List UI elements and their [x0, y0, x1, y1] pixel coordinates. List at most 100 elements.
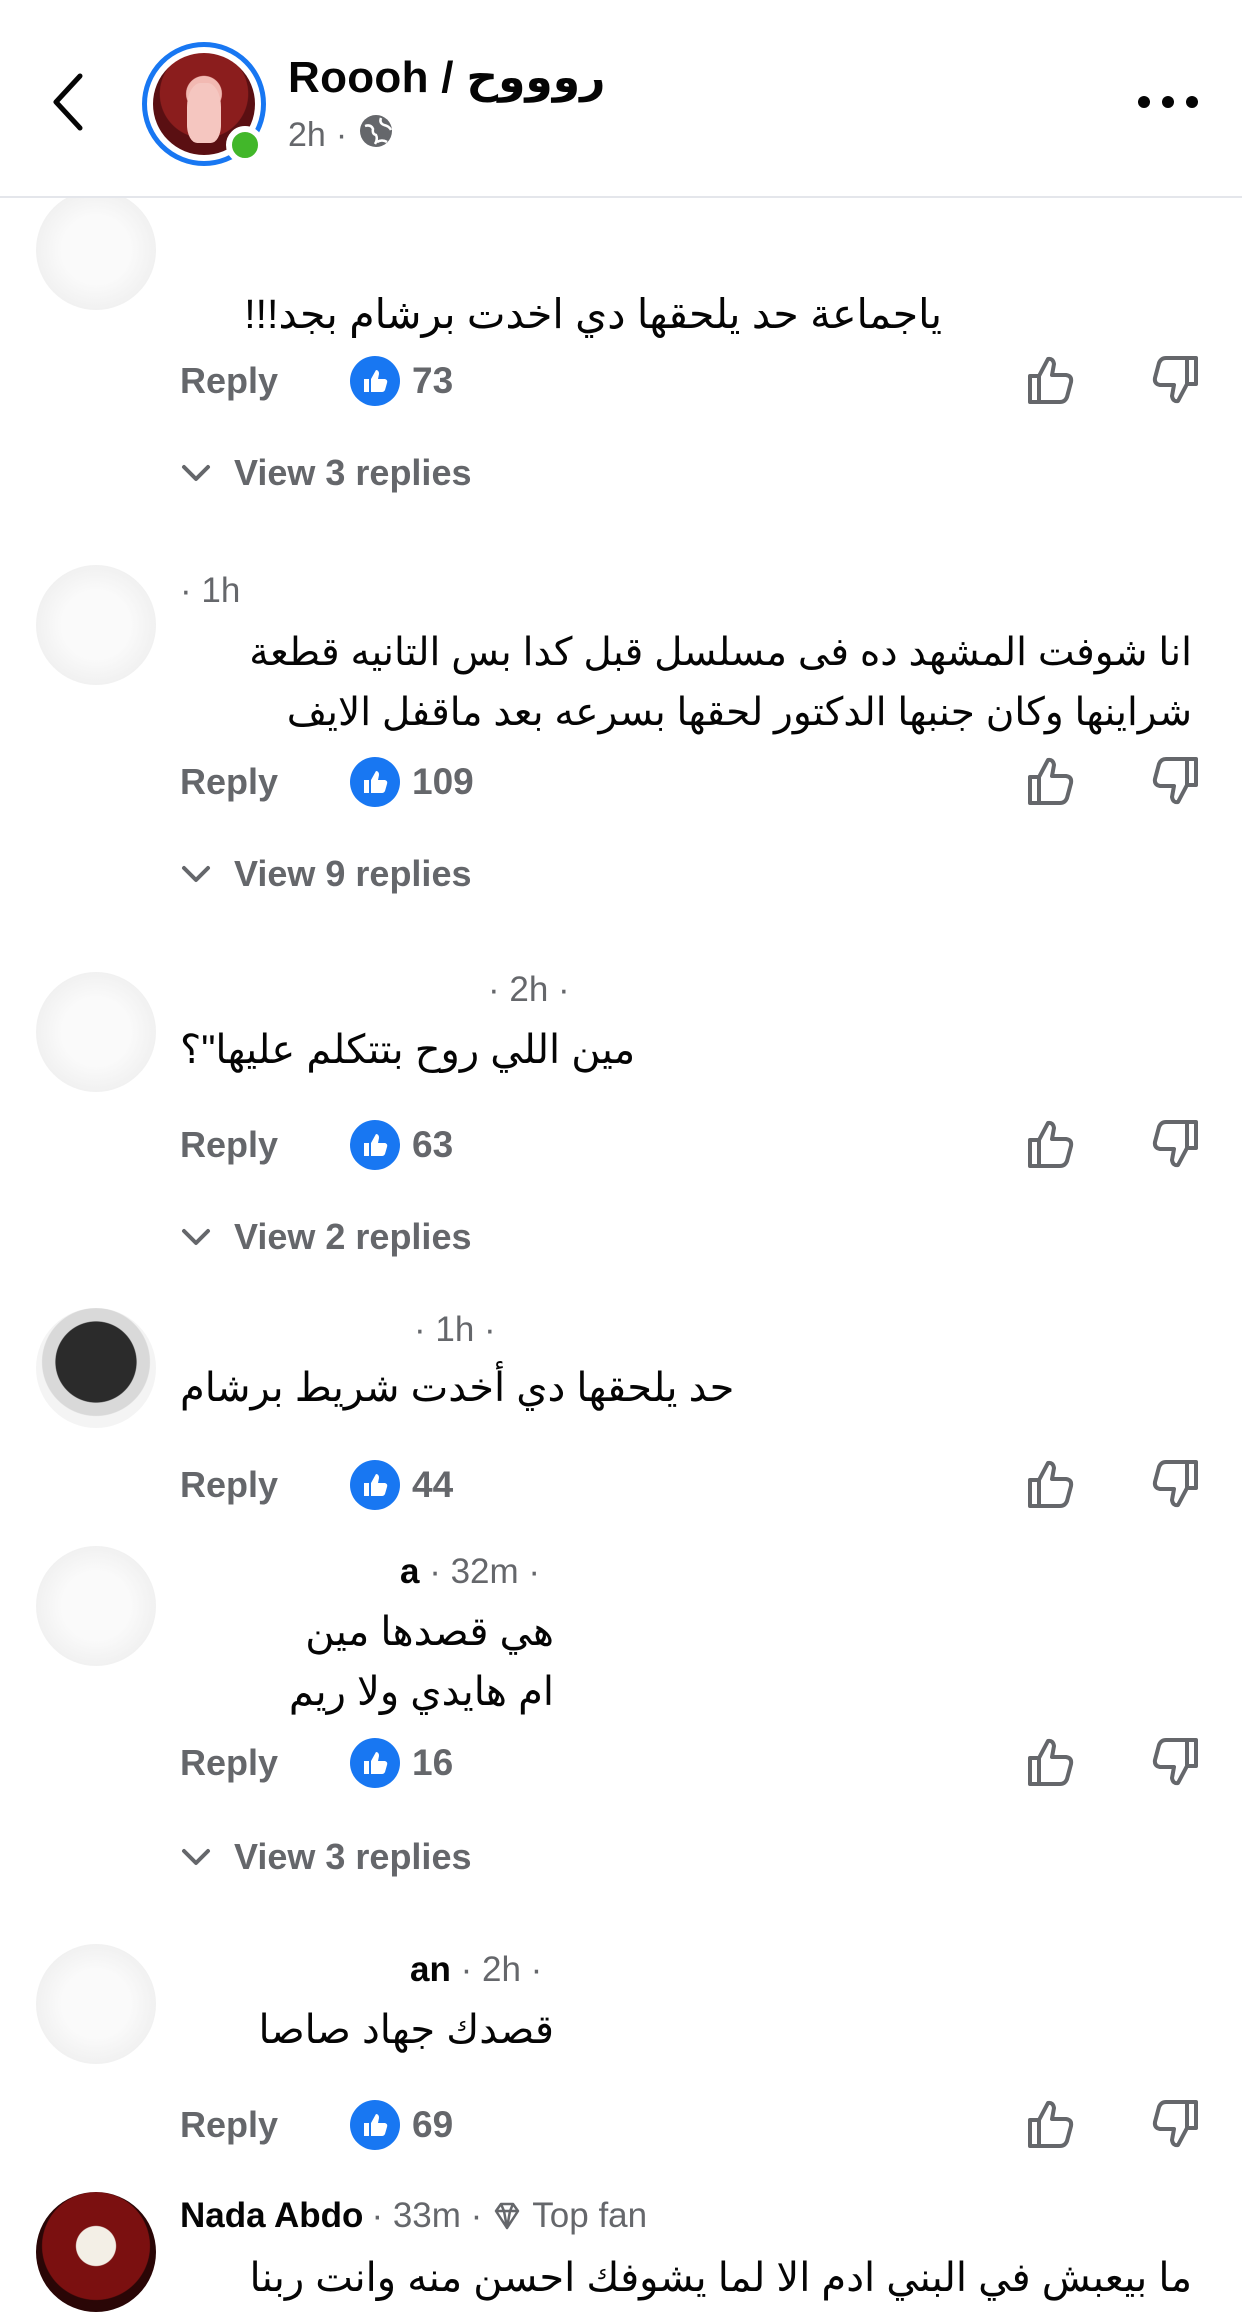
- commenter-meta: · 1h ·: [414, 1310, 496, 1350]
- commenter-avatar[interactable]: [36, 1546, 156, 1666]
- comment-line: شراينها وكان جنبها الدكتور لحقها بسرعه ب…: [286, 691, 1192, 734]
- thumbs-up-outline-icon: [1028, 356, 1074, 404]
- reaction-count[interactable]: 16: [350, 1738, 453, 1788]
- back-button[interactable]: [48, 70, 92, 134]
- comment-text: ياجماعة حد يلحقها دي اخدت برشام بجد!!!: [244, 291, 942, 337]
- comment-line: ام هايدي ولا ريم: [288, 1670, 554, 1714]
- top-fan-badge: Top fan: [490, 2196, 647, 2236]
- upvote-button[interactable]: [1024, 753, 1080, 809]
- commenter-meta: · 1h: [180, 571, 240, 611]
- commenter-avatar[interactable]: [36, 972, 156, 1092]
- top-fan-label: Top fan: [532, 2196, 648, 2235]
- reply-button[interactable]: Reply: [180, 360, 278, 402]
- view-replies-button[interactable]: View 3 replies: [180, 452, 471, 494]
- upvote-button[interactable]: [1024, 2096, 1080, 2152]
- commenter-meta: a · 32m ·: [400, 1552, 540, 1592]
- thumbs-up-outline-icon: [1028, 1738, 1074, 1786]
- reaction-count[interactable]: 73: [350, 356, 453, 406]
- commenter-avatar[interactable]: [36, 2192, 156, 2312]
- reply-button[interactable]: Reply: [180, 761, 278, 803]
- reaction-count[interactable]: 69: [350, 2100, 453, 2150]
- online-status-dot: [226, 126, 264, 164]
- comment-time: · 32m ·: [429, 1552, 541, 1591]
- commenter-name[interactable]: a: [400, 1552, 419, 1591]
- thumbs-up-outline-icon: [1028, 757, 1074, 805]
- commenter-avatar[interactable]: [36, 1944, 156, 2064]
- post-meta: 2h ·: [288, 112, 395, 159]
- downvote-button[interactable]: [1146, 352, 1202, 408]
- reply-button[interactable]: Reply: [180, 2104, 278, 2146]
- thumbs-up-icon: [350, 1460, 400, 1510]
- comment-time: · 2h ·: [460, 1950, 543, 1989]
- thumbs-down-outline-icon: [1152, 1120, 1198, 1168]
- comment-actions: Reply 69: [180, 2096, 1210, 2156]
- upvote-button[interactable]: [1024, 1734, 1080, 1790]
- like-count: 63: [412, 1124, 454, 1165]
- diamond-icon: [495, 2202, 520, 2230]
- view-replies-label: View 9 replies: [234, 853, 472, 894]
- chevron-left-icon: [53, 73, 83, 131]
- comment-text: انا شوفت المشهد ده فى مسلسل قبل كدا بس ا…: [249, 623, 1192, 743]
- downvote-button[interactable]: [1146, 1116, 1202, 1172]
- reply-button[interactable]: Reply: [180, 1124, 278, 1166]
- thumbs-down-outline-icon: [1152, 1738, 1198, 1786]
- downvote-button[interactable]: [1146, 1456, 1202, 1512]
- comment-text: مين اللي روح بتتكلم عليها"؟: [180, 1028, 636, 1072]
- reaction-count[interactable]: 109: [350, 757, 474, 807]
- view-replies-button[interactable]: View 2 replies: [180, 1216, 471, 1258]
- reaction-count[interactable]: 63: [350, 1120, 453, 1170]
- like-count: 16: [412, 1742, 454, 1783]
- like-count: 44: [412, 1464, 454, 1505]
- dot: [1162, 96, 1174, 108]
- chevron-down-icon: [182, 465, 210, 481]
- post-time: 2h: [288, 116, 326, 154]
- reply-button[interactable]: Reply: [180, 1464, 278, 1506]
- comment-time: · 1h: [180, 571, 241, 610]
- downvote-button[interactable]: [1146, 753, 1202, 809]
- comment-actions: Reply 109: [180, 753, 1210, 813]
- chevron-down-icon: [182, 866, 210, 882]
- globe-icon: [357, 112, 395, 159]
- comment-line: انا شوفت المشهد ده فى مسلسل قبل كدا بس ا…: [249, 631, 1192, 674]
- comment-text: قصدك جهاد صاصا: [258, 2008, 554, 2052]
- commenter-name[interactable]: an: [410, 1950, 451, 1989]
- reaction-count[interactable]: 44: [350, 1460, 453, 1510]
- downvote-button[interactable]: [1146, 1734, 1202, 1790]
- upvote-button[interactable]: [1024, 1456, 1080, 1512]
- thumbs-up-icon: [350, 757, 400, 807]
- chevron-down-icon: [182, 1229, 210, 1245]
- comment-time: · 1h ·: [414, 1310, 496, 1349]
- thumbs-down-outline-icon: [1152, 2100, 1198, 2148]
- commenter-meta: Nada Abdo · 33m · Top fan: [180, 2196, 647, 2236]
- view-replies-label: View 3 replies: [234, 1836, 472, 1877]
- more-dots-icon: [1138, 96, 1150, 108]
- comment-text: ما بيعبش في البني ادم الا لما يشوفك احسن…: [249, 2256, 1192, 2300]
- comment-time: · 33m ·: [371, 2196, 483, 2235]
- commenter-avatar[interactable]: [36, 1308, 156, 1428]
- view-replies-label: View 2 replies: [234, 1216, 472, 1257]
- comment-actions: Reply 16: [180, 1734, 1210, 1794]
- comment-actions: Reply 63: [180, 1116, 1210, 1176]
- comment-actions: Reply 73: [180, 352, 1210, 412]
- commenter-avatar[interactable]: [36, 565, 156, 685]
- upvote-button[interactable]: [1024, 1116, 1080, 1172]
- view-replies-button[interactable]: View 9 replies: [180, 853, 471, 895]
- commenter-name[interactable]: Nada Abdo: [180, 2196, 363, 2236]
- thumbs-up-icon: [350, 1120, 400, 1170]
- thumbs-up-outline-icon: [1028, 2100, 1074, 2148]
- like-count: 109: [412, 761, 474, 802]
- view-replies-label: View 3 replies: [234, 452, 472, 493]
- reply-button[interactable]: Reply: [180, 1742, 278, 1784]
- commenter-avatar[interactable]: [36, 190, 156, 310]
- like-count: 73: [412, 360, 454, 401]
- commenter-meta: · 2h ·: [488, 970, 570, 1010]
- thumbs-up-icon: [350, 1738, 400, 1788]
- dot: [1186, 96, 1198, 108]
- downvote-button[interactable]: [1146, 2096, 1202, 2152]
- comment-text: هي قصدها مين ام هايدي ولا ريم: [289, 1602, 554, 1722]
- upvote-button[interactable]: [1024, 352, 1080, 408]
- more-options-button[interactable]: [1138, 84, 1198, 120]
- author-name[interactable]: Roooh / روووح: [288, 52, 605, 103]
- thumbs-down-outline-icon: [1152, 356, 1198, 404]
- view-replies-button[interactable]: View 3 replies: [180, 1836, 471, 1878]
